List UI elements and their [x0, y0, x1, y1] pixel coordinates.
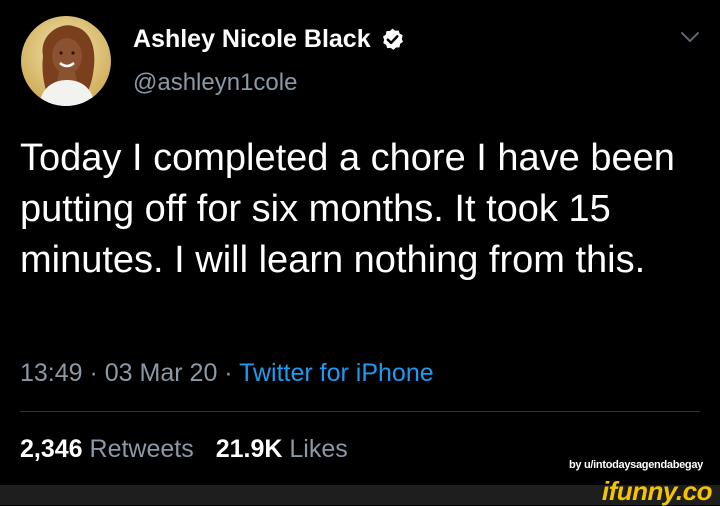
tweet-card: Ashley Nicole Black @ashleyn1cole Today …: [0, 0, 720, 485]
retweets-stat[interactable]: 2,346 Retweets: [20, 435, 194, 463]
tweet-date[interactable]: 03 Mar 20: [105, 359, 218, 387]
engagement-stats: 2,346 Retweets 21.9K Likes: [20, 433, 348, 465]
chevron-down-icon[interactable]: [680, 30, 700, 44]
likes-count: 21.9K: [215, 435, 283, 463]
meta-separator: ·: [82, 359, 105, 387]
meta-separator: ·: [217, 359, 240, 387]
tweet-text: Today I completed a chore I have been pu…: [20, 137, 675, 281]
tweet-metadata: 13:49 · 03 Mar 20 · Twitter for iPhone: [20, 357, 434, 389]
avatar[interactable]: [21, 16, 111, 106]
display-name[interactable]: Ashley Nicole Black: [133, 24, 405, 54]
user-handle[interactable]: @ashleyn1cole: [133, 68, 297, 98]
divider: [20, 411, 700, 412]
retweets-label: Retweets: [89, 435, 194, 463]
display-name-text[interactable]: Ashley Nicole Black: [133, 24, 371, 54]
verified-badge-icon: [380, 27, 405, 52]
likes-label: Likes: [289, 435, 348, 463]
retweets-count: 2,346: [20, 435, 83, 463]
tweet-time[interactable]: 13:49: [20, 359, 83, 387]
ifunny-logo: ifunny.co: [601, 476, 713, 506]
likes-stat[interactable]: 21.9K Likes: [216, 435, 348, 463]
watermark-credit: by u/intodaysagendabegay: [568, 459, 703, 471]
tweet-source-link[interactable]: Twitter for iPhone: [239, 359, 434, 387]
